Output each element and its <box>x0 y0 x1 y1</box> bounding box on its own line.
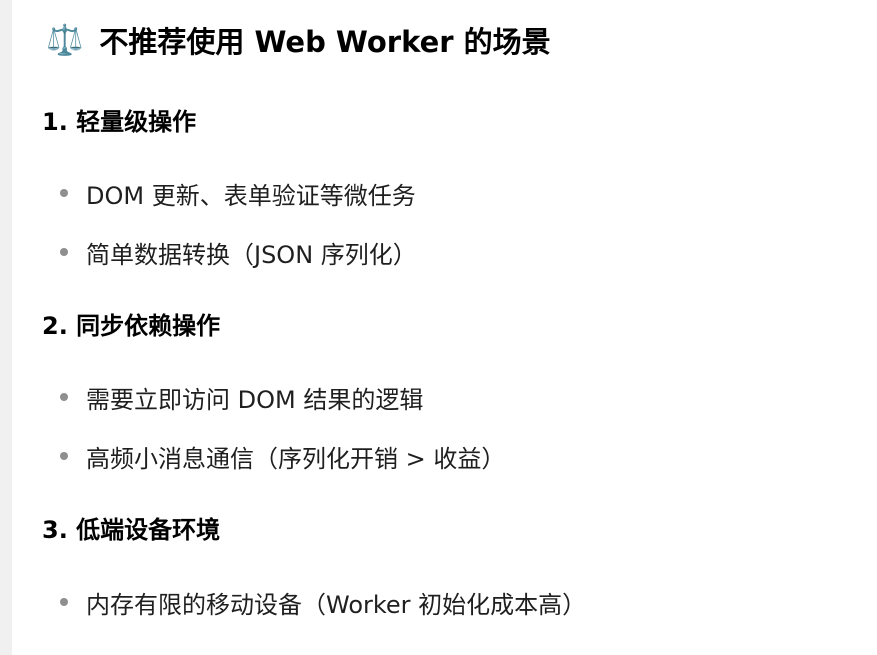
bullet-dot <box>60 598 68 606</box>
bullet-dot <box>60 248 68 256</box>
left-border-bar <box>0 0 12 655</box>
section-heading-low-end-devices: 3. 低端设备环境 <box>42 516 221 544</box>
list-item-text: 内存有限的移动设备（Worker 初始化成本高） <box>86 590 587 619</box>
bullet-dot <box>60 452 68 460</box>
page-title-text: 不推荐使用 Web Worker 的场景 <box>99 25 551 59</box>
list-item: DOM 更新、表单验证等微任务 <box>60 176 416 210</box>
balance-scale-icon: ⚖️ <box>46 22 84 58</box>
bullet-dot <box>60 393 68 401</box>
list-item-text: 简单数据转换（JSON 序列化） <box>86 240 417 269</box>
list-item: 高频小消息通信（序列化开销 > 收益） <box>60 439 505 473</box>
list-item: 内存有限的移动设备（Worker 初始化成本高） <box>60 585 586 619</box>
list-item: 需要立即访问 DOM 结果的逻辑 <box>60 380 423 414</box>
bullet-dot <box>60 189 68 197</box>
list-item-text: DOM 更新、表单验证等微任务 <box>86 181 416 210</box>
list-item-text: 高频小消息通信（序列化开销 > 收益） <box>86 444 506 473</box>
list-item-text: 需要立即访问 DOM 结果的逻辑 <box>86 385 424 414</box>
section-heading-lightweight: 1. 轻量级操作 <box>42 108 197 136</box>
list-item: 简单数据转换（JSON 序列化） <box>60 235 417 269</box>
section-heading-sync-dependency: 2. 同步依赖操作 <box>42 312 221 340</box>
page-title: ⚖️ 不推荐使用 Web Worker 的场景 <box>46 18 551 62</box>
